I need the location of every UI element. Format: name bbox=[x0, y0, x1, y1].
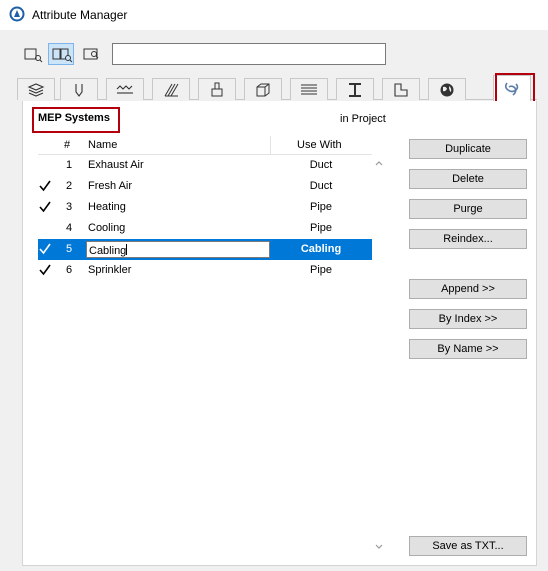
table-row[interactable]: 2 Fresh Air Duct bbox=[38, 176, 372, 197]
checkmark-icon[interactable] bbox=[38, 177, 52, 195]
tab-operation-profiles[interactable] bbox=[428, 78, 466, 100]
single-list-icon bbox=[24, 48, 43, 63]
project-list-view-button[interactable] bbox=[78, 43, 104, 65]
list-header: # Name Use With bbox=[38, 136, 372, 155]
column-header-name[interactable]: Name bbox=[88, 139, 117, 151]
checkmark-icon[interactable] bbox=[38, 261, 52, 279]
column-header-number[interactable]: # bbox=[64, 139, 70, 151]
row-number: 4 bbox=[65, 222, 73, 234]
scroll-down-arrow-icon[interactable] bbox=[375, 543, 383, 551]
text-caret bbox=[126, 244, 128, 255]
dual-list-icon bbox=[52, 48, 73, 63]
table-row[interactable]: 4 Cooling Pipe bbox=[38, 218, 372, 239]
attribute-tab-strip bbox=[17, 75, 537, 101]
scroll-up-arrow-icon[interactable] bbox=[375, 159, 383, 167]
tab-surfaces[interactable] bbox=[198, 78, 236, 100]
tab-line-types[interactable] bbox=[106, 78, 144, 100]
window-title: Attribute Manager bbox=[32, 8, 128, 22]
table-row[interactable]: 6 Sprinkler Pipe bbox=[38, 260, 372, 281]
row-number: 6 bbox=[65, 264, 73, 276]
tab-building-materials[interactable] bbox=[244, 78, 282, 100]
row-use-with: Pipe bbox=[309, 201, 333, 213]
duplicate-button[interactable]: Duplicate bbox=[409, 139, 527, 159]
column-separator[interactable] bbox=[270, 136, 271, 155]
archicad-logo-icon bbox=[9, 6, 25, 22]
mep-systems-icon bbox=[504, 82, 519, 96]
row-number: 1 bbox=[65, 159, 73, 171]
row-name: Heating bbox=[88, 201, 126, 213]
paint-brush-icon bbox=[211, 82, 223, 96]
row-number: 3 bbox=[65, 201, 73, 213]
row-use-with: Duct bbox=[309, 180, 333, 192]
row-name: Exhaust Air bbox=[88, 159, 144, 171]
row-use-with: Cabling bbox=[300, 243, 342, 255]
zone-icon bbox=[394, 82, 408, 97]
tab-fills[interactable] bbox=[152, 78, 190, 100]
append-button[interactable]: Append >> bbox=[409, 279, 527, 299]
section-title: MEP Systems bbox=[38, 112, 110, 124]
row-number: 2 bbox=[65, 180, 73, 192]
by-index-button[interactable]: By Index >> bbox=[409, 309, 527, 329]
row-name: Sprinkler bbox=[88, 264, 132, 276]
checkbox-empty[interactable] bbox=[38, 219, 52, 237]
scope-label: in Project bbox=[340, 113, 386, 125]
delete-button[interactable]: Delete bbox=[409, 169, 527, 189]
single-list-view-button[interactable] bbox=[20, 43, 46, 65]
tab-mep-systems[interactable] bbox=[493, 75, 531, 101]
list-scrollbar[interactable] bbox=[372, 155, 386, 558]
tab-layers[interactable] bbox=[17, 78, 55, 100]
column-header-use-with[interactable]: Use With bbox=[297, 139, 342, 151]
row-use-with: Pipe bbox=[309, 264, 333, 276]
row-name: Fresh Air bbox=[88, 180, 133, 192]
checkmark-icon[interactable] bbox=[38, 198, 52, 216]
name-edit-field[interactable]: Cabling bbox=[86, 241, 270, 258]
save-as-txt-button[interactable]: Save as TXT... bbox=[409, 536, 527, 556]
by-name-button[interactable]: By Name >> bbox=[409, 339, 527, 359]
tab-pens[interactable] bbox=[60, 78, 98, 100]
table-row[interactable]: 5 Cabling Cabling bbox=[38, 239, 372, 260]
row-use-with: Pipe bbox=[309, 222, 333, 234]
globe-icon bbox=[440, 83, 454, 96]
mep-systems-list[interactable]: # Name Use With 1 Exhaust Air Duct 2 Fresh A… bbox=[38, 136, 372, 558]
checkmark-icon[interactable] bbox=[38, 240, 52, 258]
row-name: Cooling bbox=[88, 222, 126, 234]
line-type-icon bbox=[116, 84, 133, 94]
tab-profiles[interactable] bbox=[336, 78, 374, 100]
row-number: 5 bbox=[65, 243, 73, 255]
reindex-button[interactable]: Reindex... bbox=[409, 229, 527, 249]
tab-composites[interactable] bbox=[290, 78, 328, 100]
row-use-with: Duct bbox=[309, 159, 333, 171]
pen-icon bbox=[75, 83, 83, 97]
fill-icon bbox=[164, 83, 179, 96]
name-edit-value: Cabling bbox=[89, 245, 127, 257]
purge-button[interactable]: Purge bbox=[409, 199, 527, 219]
layers-icon bbox=[27, 82, 45, 97]
tab-zone-categories[interactable] bbox=[382, 78, 420, 100]
dual-list-view-button[interactable] bbox=[48, 43, 74, 65]
building-material-icon bbox=[256, 83, 270, 96]
title-bar: Attribute Manager bbox=[0, 0, 548, 30]
table-row[interactable]: 3 Heating Pipe bbox=[38, 197, 372, 218]
composite-icon bbox=[301, 84, 317, 94]
checkbox-empty[interactable] bbox=[38, 156, 52, 174]
table-row[interactable]: 1 Exhaust Air Duct bbox=[38, 155, 372, 176]
profile-icon bbox=[349, 82, 361, 97]
project-list-icon bbox=[83, 48, 99, 60]
search-input[interactable] bbox=[112, 43, 386, 65]
